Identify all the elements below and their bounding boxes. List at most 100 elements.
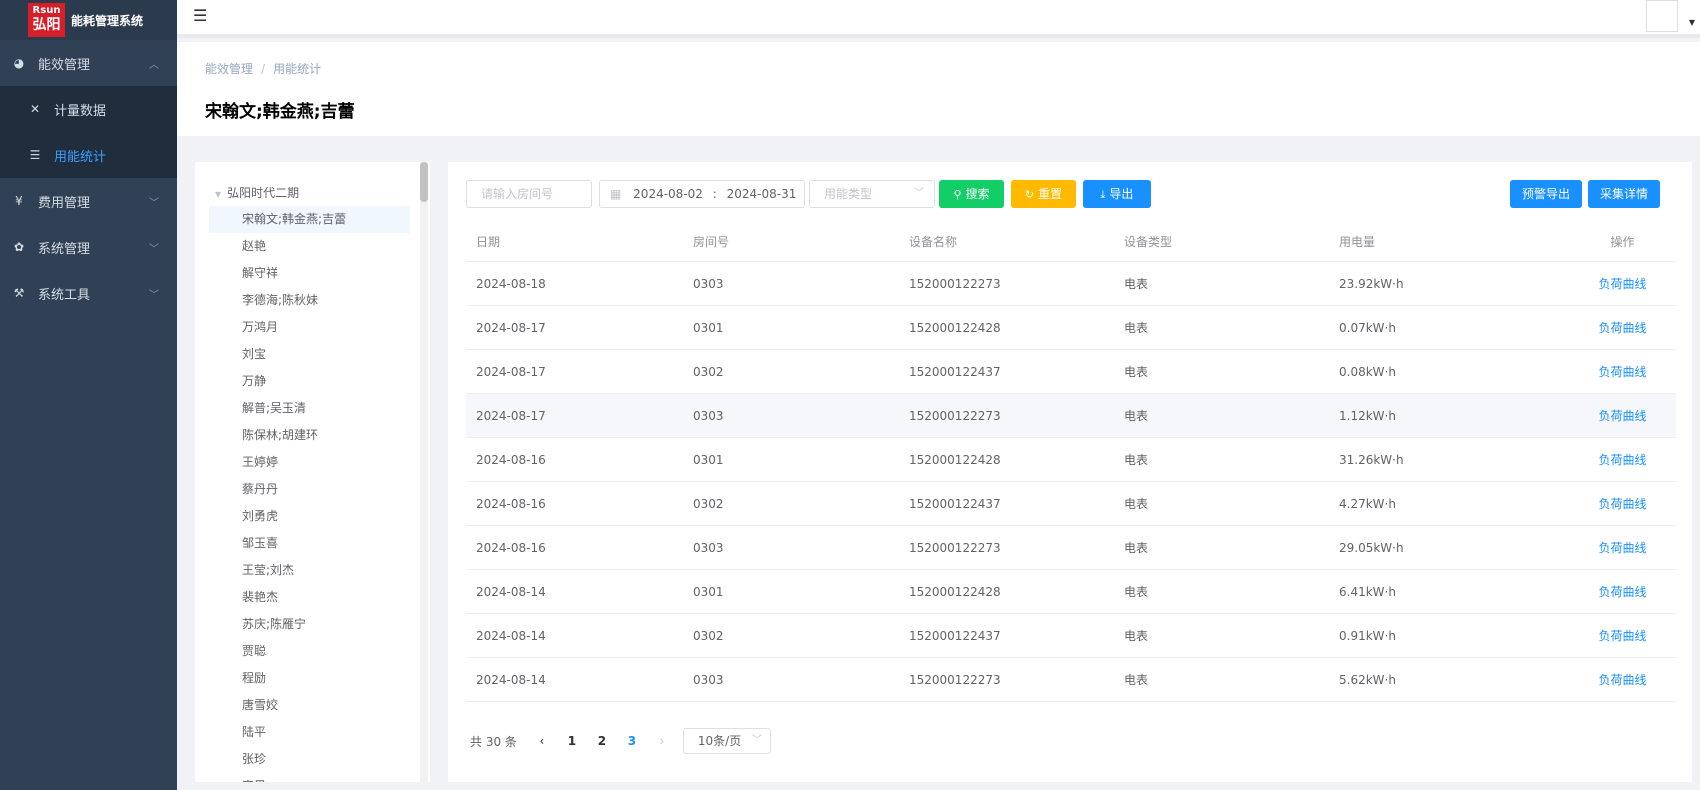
tree-node[interactable]: 苏庆;陈雁宁 xyxy=(209,611,410,638)
load-curve-link[interactable]: 负荷曲线 xyxy=(1569,394,1676,437)
tree-node[interactable]: 贾聪 xyxy=(209,638,410,665)
menu-system-tools[interactable]: ⚒ 系统工具 ﹀ xyxy=(0,270,177,316)
sidebar: Rsun 弘阳 能耗管理系统 ◕ 能效管理 ︿ ✕ 计量数据 ☰ 用能统计 ¥ … xyxy=(0,0,177,790)
prev-page-icon[interactable]: ‹ xyxy=(527,734,557,748)
tree-node[interactable]: 万静 xyxy=(209,368,410,395)
next-page-icon[interactable]: › xyxy=(647,734,677,748)
tree-scrollbar[interactable] xyxy=(420,162,428,782)
cell-room: 0301 xyxy=(693,321,724,335)
cell-usage: 5.62kW·h xyxy=(1339,673,1396,687)
cell-device-type: 电表 xyxy=(1124,585,1149,599)
breadcrumb-item[interactable]: 能效管理 xyxy=(205,62,253,76)
tree-node[interactable]: 解守祥 xyxy=(209,260,410,287)
cell-date: 2024-08-14 xyxy=(476,673,546,687)
tree-node[interactable]: 万鸿月 xyxy=(209,314,410,341)
menu-cost-management[interactable]: ¥ 费用管理 ﹀ xyxy=(0,178,177,224)
warning-export-button[interactable]: 预警导出 xyxy=(1510,180,1582,208)
page-2[interactable]: 2 xyxy=(587,734,617,748)
cell-usage: 0.08kW·h xyxy=(1339,365,1396,379)
col-device-name-header: 设备名称 xyxy=(909,235,958,249)
database-icon: ☰ xyxy=(29,148,41,162)
cell-date: 2024-08-14 xyxy=(476,629,546,643)
load-curve-link[interactable]: 负荷曲线 xyxy=(1569,658,1676,701)
cell-device-name: 152000122273 xyxy=(909,541,1001,555)
cell-room: 0303 xyxy=(693,673,724,687)
refresh-icon: ↻ xyxy=(1024,188,1035,201)
energy-type-select[interactable]: 用能类型 ﹀ xyxy=(809,180,935,208)
cell-room: 0301 xyxy=(693,453,724,467)
cell-device-name: 152000122437 xyxy=(909,497,1001,511)
page-3[interactable]: 3 xyxy=(617,734,647,748)
tree-node[interactable]: 王婷婷 xyxy=(209,449,410,476)
tree-node[interactable]: 宋黑 xyxy=(209,773,410,782)
table-row: 2024-08-16 0301 152000122428 电表 31.26kW·h 负荷曲… xyxy=(466,438,1676,482)
tree-node[interactable]: 张珍 xyxy=(209,746,410,773)
logo-top-text: Rsun xyxy=(32,5,61,16)
cell-usage: 1.12kW·h xyxy=(1339,409,1396,423)
page-size-select[interactable]: 10条/页 ﹀ xyxy=(682,728,771,754)
menu-metering-data[interactable]: ✕ 计量数据 xyxy=(0,86,177,132)
cell-device-name: 152000122273 xyxy=(909,277,1001,291)
scrollbar-thumb[interactable] xyxy=(420,162,428,202)
table-row: 2024-08-17 0303 152000122273 电表 1.12kW·h 负荷曲线 xyxy=(466,394,1676,438)
date-separator: : xyxy=(712,187,717,201)
menu-energy-efficiency[interactable]: ◕ 能效管理 ︿ xyxy=(0,40,177,86)
export-button[interactable]: ⤓ 导出 xyxy=(1083,180,1151,208)
table-row: 2024-08-14 0301 152000122428 电表 6.41kW·h 负荷曲线 xyxy=(466,570,1676,614)
hamburger-icon[interactable]: ☰ xyxy=(193,6,207,25)
table-row: 2024-08-14 0302 152000122437 电表 0.91kW·h 负荷曲线 xyxy=(466,614,1676,658)
date-range-picker[interactable]: ▦ 2024-08-02 : 2024-08-31 xyxy=(599,180,805,208)
cell-device-name: 152000122428 xyxy=(909,321,1001,335)
chevron-down-icon: ﹀ xyxy=(149,197,159,209)
load-curve-link[interactable]: 负荷曲线 xyxy=(1569,350,1676,393)
cell-device-type: 电表 xyxy=(1124,497,1149,511)
menu-system-management[interactable]: ✿ 系统管理 ﹀ xyxy=(0,224,177,270)
load-curve-link[interactable]: 负荷曲线 xyxy=(1569,306,1676,349)
load-curve-link[interactable]: 负荷曲线 xyxy=(1569,570,1676,613)
cell-usage: 31.26kW·h xyxy=(1339,453,1404,467)
tree-node[interactable]: 蔡丹丹 xyxy=(209,476,410,503)
tree-node[interactable]: 刘勇虎 xyxy=(209,503,410,530)
menu-energy-stats[interactable]: ☰ 用能统计 xyxy=(0,132,177,178)
tree-node[interactable]: 陆平 xyxy=(209,719,410,746)
cell-device-type: 电表 xyxy=(1124,409,1149,423)
room-search-input[interactable]: 请输入房间号 xyxy=(466,180,592,208)
load-curve-link[interactable]: 负荷曲线 xyxy=(1569,526,1676,569)
tree-root[interactable]: ▼ 弘阳时代二期 xyxy=(215,184,299,201)
search-button[interactable]: ⚲ 搜索 xyxy=(939,180,1004,208)
tree-node[interactable]: 李德海;陈秋妹 xyxy=(209,287,410,314)
table-row: 2024-08-17 0302 152000122437 电表 0.08kW·h 负荷曲线 xyxy=(466,350,1676,394)
tree-node[interactable]: 程励 xyxy=(209,665,410,692)
caret-down-icon[interactable]: ▼ xyxy=(1689,18,1695,27)
caret-down-icon[interactable]: ▼ xyxy=(215,190,221,199)
tree-node[interactable]: 刘宝 xyxy=(209,341,410,368)
tree-node[interactable]: 唐雪姣 xyxy=(209,692,410,719)
page-1[interactable]: 1 xyxy=(557,734,587,748)
tree-node[interactable]: 陈保林;胡建环 xyxy=(209,422,410,449)
tree-node[interactable]: 邹玉喜 xyxy=(209,530,410,557)
load-curve-link[interactable]: 负荷曲线 xyxy=(1569,438,1676,481)
table-body: 2024-08-18 0303 152000122273 电表 23.92kW·h 负荷曲… xyxy=(466,262,1676,702)
cell-device-name: 152000122428 xyxy=(909,585,1001,599)
page-title: 宋翰文;韩金燕;吉蕾 xyxy=(205,102,355,122)
page-size-label: 10条/页 xyxy=(697,734,742,748)
load-curve-link[interactable]: 负荷曲线 xyxy=(1569,262,1676,305)
cell-device-name: 152000122437 xyxy=(909,629,1001,643)
room-input-placeholder: 请输入房间号 xyxy=(481,187,554,201)
collect-detail-button[interactable]: 采集详情 xyxy=(1588,180,1660,208)
table-row: 2024-08-18 0303 152000122273 电表 23.92kW·h 负荷曲… xyxy=(466,262,1676,306)
tree-node[interactable]: 赵艳 xyxy=(209,233,410,260)
reset-button[interactable]: ↻ 重置 xyxy=(1011,180,1076,208)
col-room-header: 房间号 xyxy=(693,235,730,249)
tree-node[interactable]: 宋翰文;韩金燕;吉蕾 xyxy=(209,206,410,233)
logo-area[interactable]: Rsun 弘阳 能耗管理系统 xyxy=(0,0,177,40)
tree-node[interactable]: 裴艳杰 xyxy=(209,584,410,611)
avatar[interactable] xyxy=(1646,0,1678,32)
cell-room: 0303 xyxy=(693,277,724,291)
load-curve-link[interactable]: 负荷曲线 xyxy=(1569,482,1676,525)
tree-node[interactable]: 王莹;刘杰 xyxy=(209,557,410,584)
tree-node[interactable]: 解普;吴玉清 xyxy=(209,395,410,422)
top-navbar: ☰ ▼ xyxy=(177,0,1700,38)
load-curve-link[interactable]: 负荷曲线 xyxy=(1569,614,1676,657)
menu-label: 系统管理 xyxy=(38,241,91,257)
